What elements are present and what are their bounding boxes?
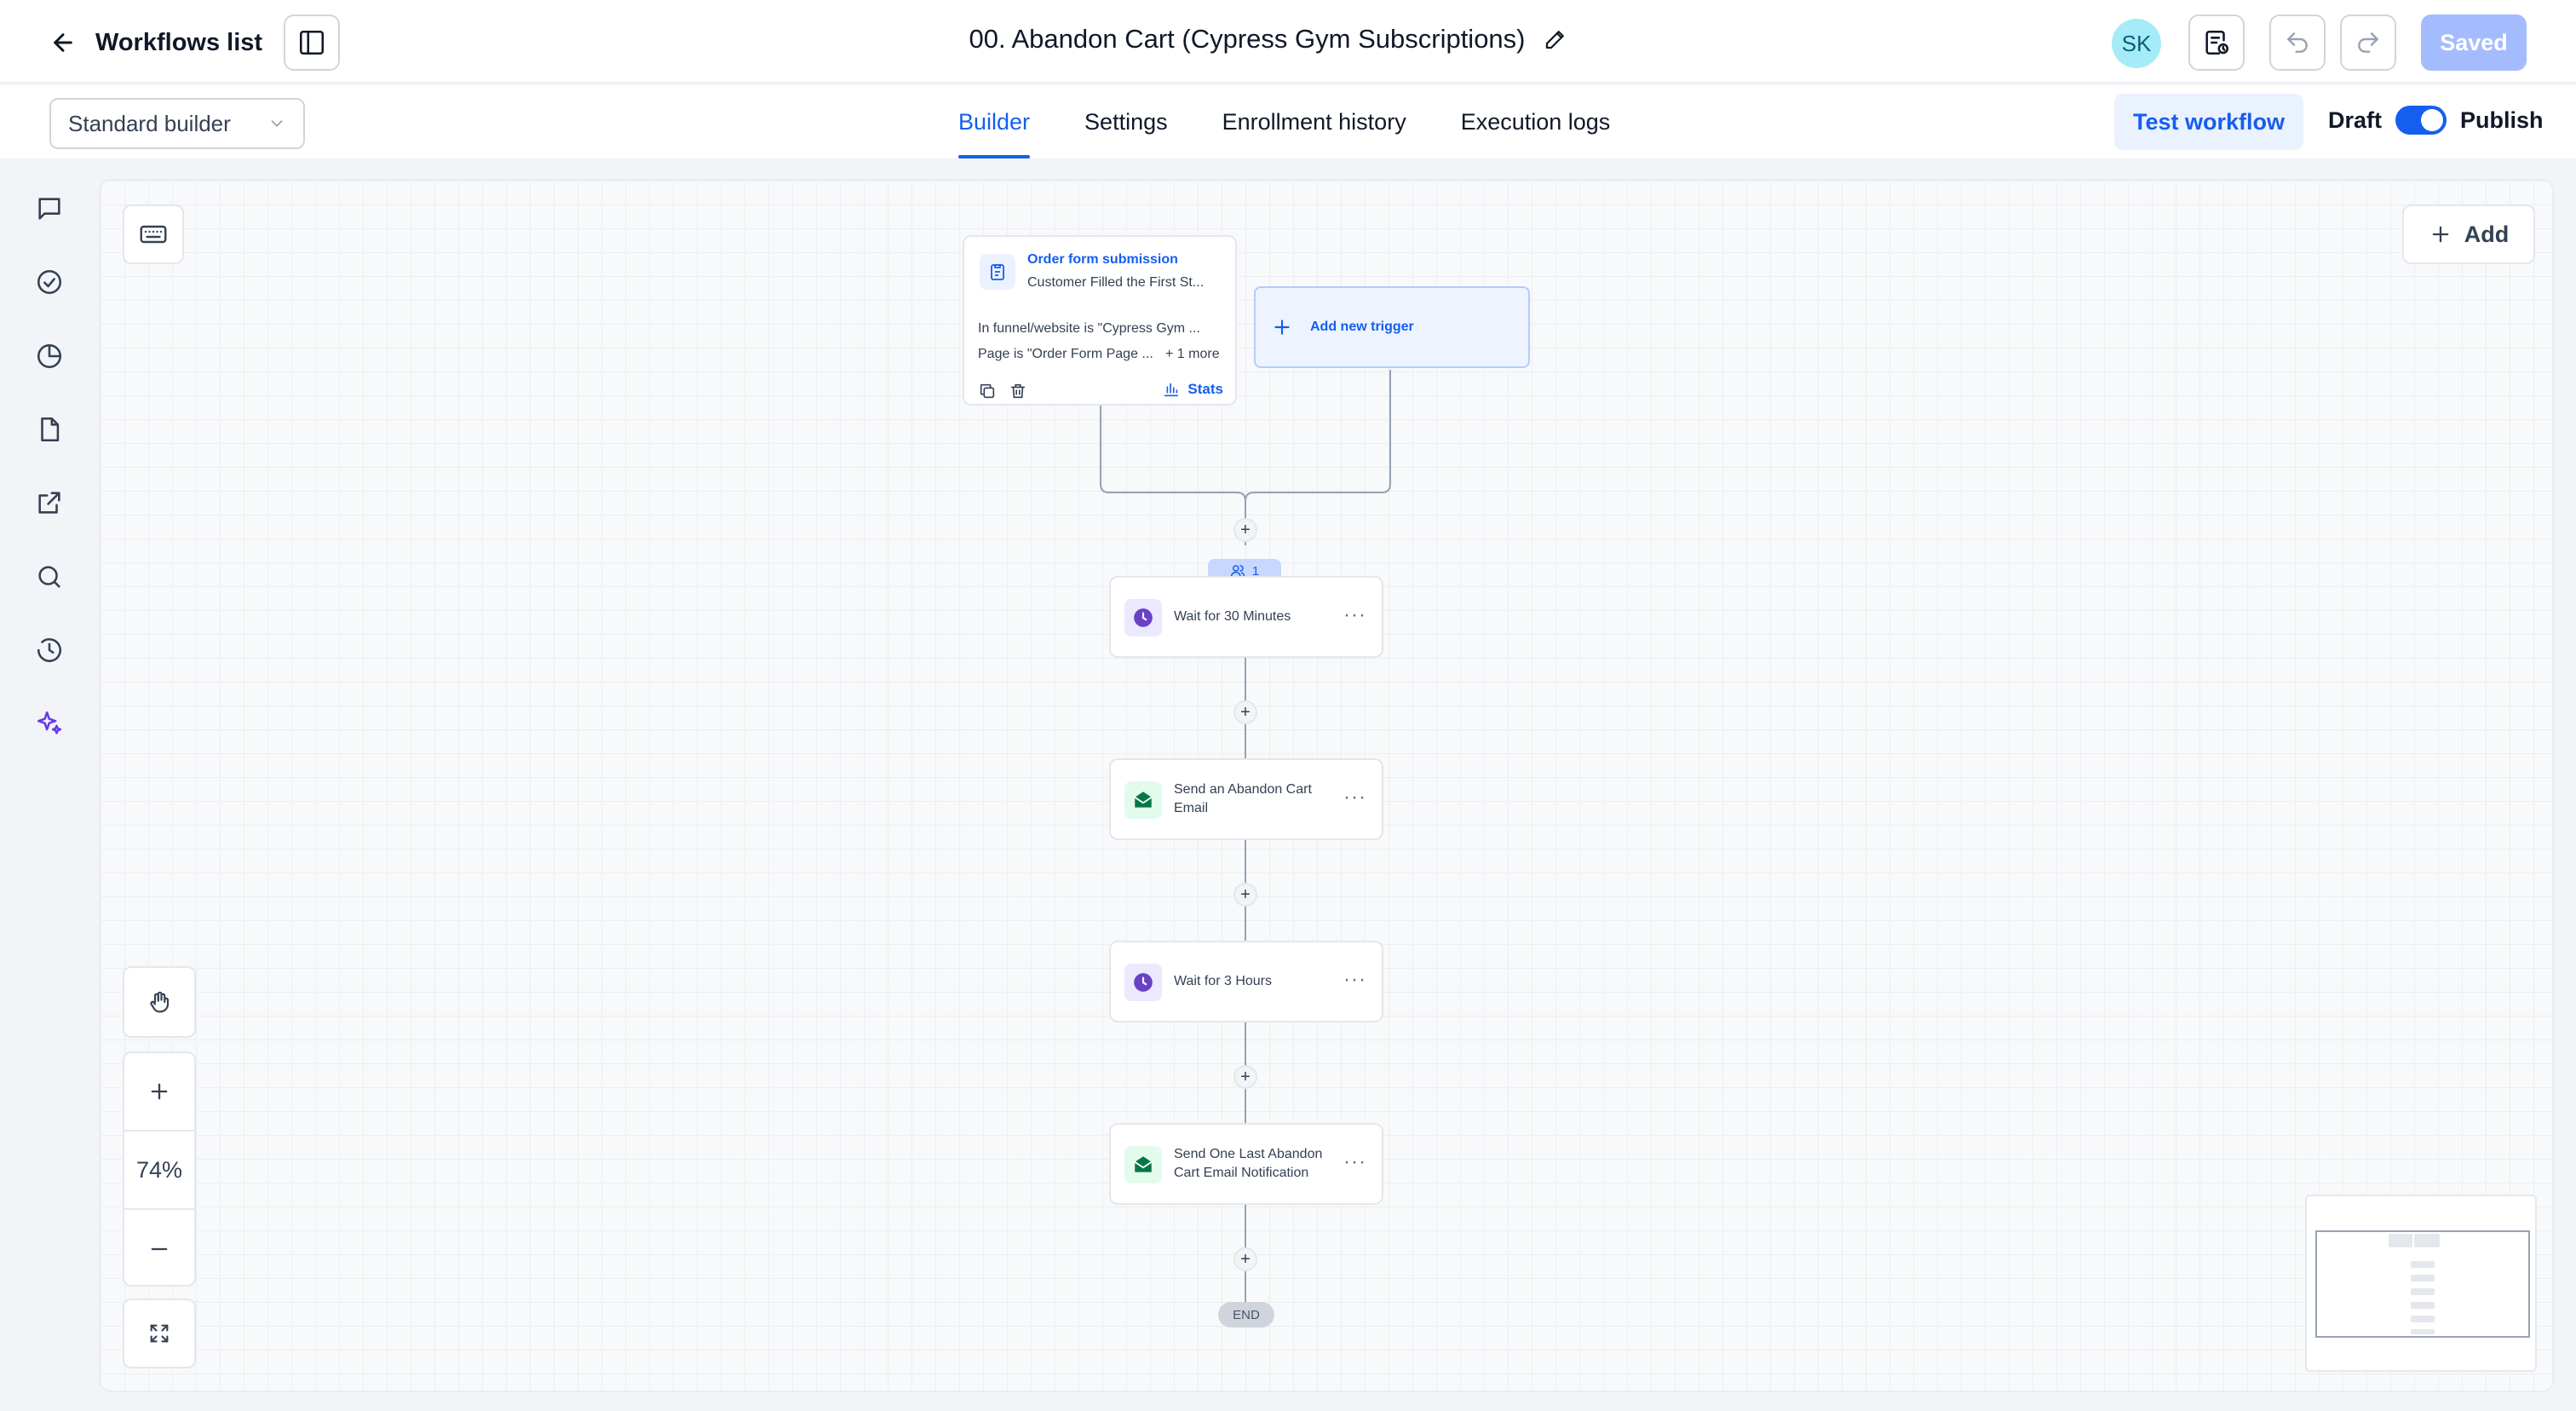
- end-node: END: [1218, 1302, 1274, 1327]
- history-icon[interactable]: [31, 631, 68, 669]
- insert-step-button[interactable]: +: [1233, 700, 1257, 724]
- workflow-canvas[interactable]: Add Order form submission Customer Fille…: [99, 179, 2554, 1392]
- redo-icon: [2355, 29, 2382, 56]
- workflow-title: 00. Abandon Cart (Cypress Gym Subscripti…: [969, 24, 1526, 54]
- trash-icon[interactable]: [1009, 382, 1027, 400]
- action-label: Wait for 3 Hours: [1174, 974, 1272, 989]
- expand-icon: [147, 1322, 171, 1345]
- add-new-trigger-button[interactable]: Add new trigger: [1254, 286, 1530, 368]
- search-icon[interactable]: [31, 558, 68, 596]
- trigger-subtitle: Customer Filled the First St...: [1027, 275, 1205, 290]
- trigger-stats-button[interactable]: Stats: [1162, 380, 1223, 399]
- plus-icon: [1271, 316, 1293, 338]
- pan-tool-button[interactable]: [123, 966, 196, 1038]
- ai-sparkle-icon[interactable]: [31, 705, 68, 742]
- copy-icon[interactable]: [978, 382, 997, 400]
- publish-toggle[interactable]: [2395, 106, 2447, 135]
- action-card-email[interactable]: Send One Last Abandon Cart Email Notific…: [1109, 1123, 1383, 1205]
- tab-settings[interactable]: Settings: [1084, 85, 1168, 158]
- builder-select-value: Standard builder: [68, 110, 231, 136]
- insert-step-button[interactable]: +: [1233, 883, 1257, 907]
- more-options-icon[interactable]: ···: [1343, 786, 1366, 809]
- file-icon[interactable]: [31, 411, 68, 448]
- trigger-condition: In funnel/website is "Cypress Gym ...: [978, 321, 1200, 336]
- clock-icon: [1124, 964, 1162, 1001]
- minus-icon: [147, 1237, 171, 1261]
- stats-label: Stats: [1187, 381, 1223, 397]
- tab-enrollment-history[interactable]: Enrollment history: [1222, 85, 1406, 158]
- envelope-icon: [1124, 781, 1162, 819]
- tab-execution-logs[interactable]: Execution logs: [1461, 85, 1611, 158]
- action-card-email[interactable]: Send an Abandon Cart Email ···: [1109, 758, 1383, 840]
- trigger-footer: Stats: [964, 373, 1235, 407]
- keyboard-icon: [138, 219, 169, 250]
- edit-title-pencil-icon[interactable]: [1543, 26, 1568, 52]
- zoom-level: 74%: [124, 1132, 194, 1210]
- top-bar: Workflows list 00. Abandon Cart (Cypress…: [0, 0, 2576, 84]
- left-tool-rail: [0, 158, 99, 1411]
- workflow-tabs: Builder Settings Enrollment history Exec…: [958, 85, 1610, 158]
- clock-icon: [1124, 599, 1162, 636]
- pie-chart-icon[interactable]: [31, 337, 68, 375]
- redo-button[interactable]: [2340, 14, 2396, 71]
- insert-step-button[interactable]: +: [1233, 1065, 1257, 1089]
- keyboard-shortcuts-button[interactable]: [123, 204, 184, 264]
- zoom-percent: 74%: [135, 1156, 183, 1183]
- hand-icon: [147, 989, 172, 1015]
- envelope-icon: [1124, 1146, 1162, 1184]
- insert-step-button[interactable]: +: [1233, 1247, 1257, 1271]
- workflow-subbar: Standard builder Builder Settings Enroll…: [0, 85, 2576, 158]
- more-options-icon[interactable]: ···: [1343, 968, 1366, 992]
- bar-chart-icon: [1162, 380, 1181, 399]
- action-label: Send an Abandon Cart Email: [1174, 782, 1312, 815]
- user-avatar[interactable]: SK: [2112, 19, 2161, 68]
- zoom-controls: 74%: [123, 1051, 196, 1287]
- tab-builder[interactable]: Builder: [958, 85, 1031, 158]
- back-label: Workflows list: [95, 28, 263, 56]
- more-options-icon[interactable]: ···: [1343, 603, 1366, 627]
- draft-label: Draft: [2328, 107, 2383, 133]
- more-options-icon[interactable]: ···: [1343, 1150, 1366, 1174]
- test-workflow-button[interactable]: Test workflow: [2114, 94, 2303, 150]
- publish-toggle-group: Draft Publish: [2328, 106, 2544, 135]
- minimap-viewport[interactable]: [2315, 1230, 2530, 1338]
- document-clock-icon: [2202, 28, 2231, 57]
- version-history-button[interactable]: [2188, 14, 2245, 71]
- clipboard-icon: [980, 254, 1015, 290]
- zoom-out-button[interactable]: [124, 1210, 194, 1288]
- sidebar-panel-icon: [297, 28, 326, 57]
- back-to-workflows-link[interactable]: Workflows list: [49, 26, 262, 60]
- insert-step-button[interactable]: +: [1233, 518, 1257, 542]
- saved-button[interactable]: Saved: [2421, 14, 2527, 71]
- zoom-in-button[interactable]: [124, 1053, 194, 1132]
- action-label: Wait for 30 Minutes: [1174, 609, 1291, 625]
- canvas-minimap[interactable]: [2305, 1195, 2537, 1372]
- trigger-condition: Page is "Order Form Page ...: [978, 347, 1153, 361]
- trigger-card[interactable]: Order form submission Customer Filled th…: [963, 235, 1237, 406]
- external-link-icon[interactable]: [31, 484, 68, 521]
- arrow-left-icon: [49, 29, 77, 56]
- publish-label: Publish: [2460, 107, 2544, 133]
- trigger-title: Order form submission: [1027, 252, 1178, 267]
- undo-button[interactable]: [2269, 14, 2326, 71]
- check-circle-icon[interactable]: [31, 263, 68, 301]
- add-label: Add: [2464, 221, 2510, 247]
- chat-icon[interactable]: [31, 190, 68, 227]
- add-node-button[interactable]: Add: [2402, 204, 2535, 264]
- add-new-trigger-label: Add new trigger: [1310, 320, 1414, 334]
- plus-icon: [147, 1080, 171, 1103]
- chevron-down-icon: [267, 114, 286, 133]
- action-label: Send One Last Abandon Cart Email Notific…: [1174, 1147, 1323, 1180]
- plus-icon: [2429, 222, 2452, 246]
- undo-icon: [2284, 29, 2311, 56]
- action-card-wait[interactable]: Wait for 3 Hours ···: [1109, 941, 1383, 1022]
- fit-view-button[interactable]: [123, 1299, 196, 1368]
- toggle-sidebar-button[interactable]: [284, 14, 340, 71]
- action-card-wait[interactable]: Wait for 30 Minutes ···: [1109, 576, 1383, 658]
- trigger-more-conditions[interactable]: + 1 more: [1165, 347, 1220, 362]
- builder-type-select[interactable]: Standard builder: [49, 98, 305, 149]
